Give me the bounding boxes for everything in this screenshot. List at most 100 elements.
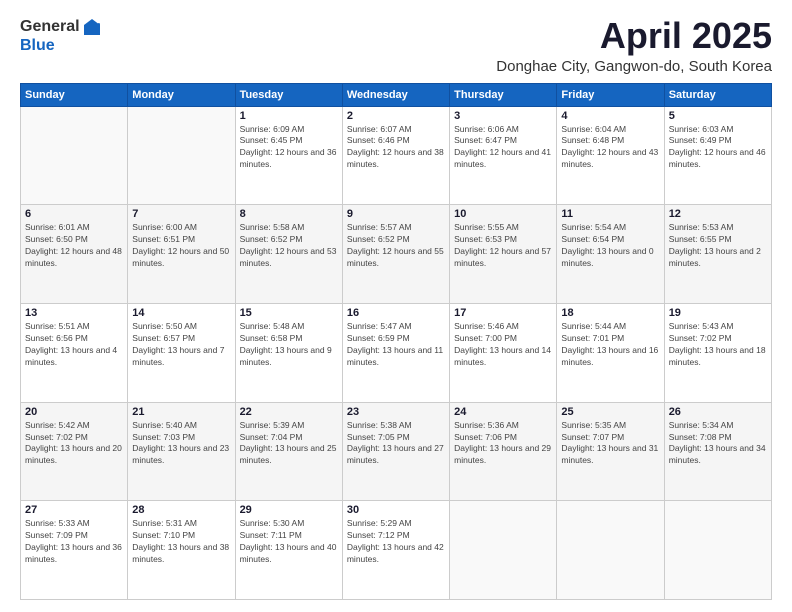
table-row: 24 Sunrise: 5:36 AMSunset: 7:06 PMDayligh… [450,402,557,501]
day-info: Sunrise: 5:36 AMSunset: 7:06 PMDaylight:… [454,420,552,468]
day-number: 26 [669,406,767,418]
table-row: 8Sunrise: 5:58 AMSunset: 6:52 PMDaylight… [235,205,342,304]
table-row: 17 Sunrise: 5:46 AMSunset: 7:00 PMDayligh… [450,303,557,402]
col-friday: Friday [557,83,664,106]
table-row: 25 Sunrise: 5:35 AMSunset: 7:07 PMDayligh… [557,402,664,501]
table-row: 22 Sunrise: 5:39 AMSunset: 7:04 PMDayligh… [235,402,342,501]
day-number: 1 [240,110,338,122]
day-info: Sunrise: 6:00 AMSunset: 6:51 PMDaylight:… [132,222,230,270]
main-title: April 2025 [496,16,772,56]
table-row: 29 Sunrise: 5:30 AMSunset: 7:11 PMDayligh… [235,501,342,600]
day-info: Sunrise: 5:54 AMSunset: 6:54 PMDaylight:… [561,222,659,270]
table-row: 6Sunrise: 6:01 AMSunset: 6:50 PMDaylight… [21,205,128,304]
day-number: 18 [561,307,659,319]
day-number: 28 [132,504,230,516]
table-row [450,501,557,600]
table-row [664,501,771,600]
day-number: 23 [347,406,445,418]
day-number: 24 [454,406,552,418]
logo-blue: Blue [20,37,55,54]
table-row [128,106,235,205]
table-row: 11 Sunrise: 5:54 AMSunset: 6:54 PMDayligh… [557,205,664,304]
table-row: 5Sunrise: 6:03 AMSunset: 6:49 PMDaylight… [664,106,771,205]
table-row: 19 Sunrise: 5:43 AMSunset: 7:02 PMDayligh… [664,303,771,402]
col-tuesday: Tuesday [235,83,342,106]
day-info: Sunrise: 5:42 AMSunset: 7:02 PMDaylight:… [25,420,123,468]
header: General Blue April 2025 Donghae City, Ga… [20,16,772,75]
table-row: 21Sunrise: 5:40 AMSunset: 7:03 PMDayligh… [128,402,235,501]
col-monday: Monday [128,83,235,106]
day-number: 22 [240,406,338,418]
table-row: 3 Sunrise: 6:06 AMSunset: 6:47 PMDaylight… [450,106,557,205]
day-number: 27 [25,504,123,516]
title-block: April 2025 Donghae City, Gangwon-do, Sou… [496,16,772,75]
day-number: 8 [240,208,338,220]
day-number: 13 [25,307,123,319]
day-info: Sunrise: 5:35 AMSunset: 7:07 PMDaylight:… [561,420,659,468]
day-info: Sunrise: 6:07 AMSunset: 6:46 PMDaylight:… [347,124,445,172]
day-info: Sunrise: 5:40 AMSunset: 7:03 PMDaylight:… [132,420,230,468]
day-number: 10 [454,208,552,220]
day-info: Sunrise: 5:34 AMSunset: 7:08 PMDaylight:… [669,420,767,468]
table-row: 16 Sunrise: 5:47 AMSunset: 6:59 PMDayligh… [342,303,449,402]
day-info: Sunrise: 5:39 AMSunset: 7:04 PMDaylight:… [240,420,338,468]
calendar-week-row: 6Sunrise: 6:01 AMSunset: 6:50 PMDaylight… [21,205,772,304]
table-row: 14 Sunrise: 5:50 AMSunset: 6:57 PMDayligh… [128,303,235,402]
table-row: 18 Sunrise: 5:44 AMSunset: 7:01 PMDayligh… [557,303,664,402]
day-info: Sunrise: 6:03 AMSunset: 6:49 PMDaylight:… [669,124,767,172]
day-number: 12 [669,208,767,220]
day-number: 15 [240,307,338,319]
table-row: 10 Sunrise: 5:55 AMSunset: 6:53 PMDayligh… [450,205,557,304]
day-info: Sunrise: 5:50 AMSunset: 6:57 PMDaylight:… [132,321,230,369]
day-info: Sunrise: 5:47 AMSunset: 6:59 PMDaylight:… [347,321,445,369]
day-number: 19 [669,307,767,319]
calendar-week-row: 1Sunrise: 6:09 AMSunset: 6:45 PMDaylight… [21,106,772,205]
table-row: 28 Sunrise: 5:31 AMSunset: 7:10 PMDayligh… [128,501,235,600]
day-info: Sunrise: 5:30 AMSunset: 7:11 PMDaylight:… [240,518,338,566]
table-row [557,501,664,600]
day-number: 17 [454,307,552,319]
table-row: 23 Sunrise: 5:38 AMSunset: 7:05 PMDayligh… [342,402,449,501]
table-row [21,106,128,205]
calendar-week-row: 27Sunrise: 5:33 AMSunset: 7:09 PMDayligh… [21,501,772,600]
day-number: 11 [561,208,659,220]
day-info: Sunrise: 5:57 AMSunset: 6:52 PMDaylight:… [347,222,445,270]
day-info: Sunrise: 5:44 AMSunset: 7:01 PMDaylight:… [561,321,659,369]
logo-general: General [20,18,80,36]
day-number: 3 [454,110,552,122]
day-info: Sunrise: 5:53 AMSunset: 6:55 PMDaylight:… [669,222,767,270]
day-number: 20 [25,406,123,418]
calendar-week-row: 20 Sunrise: 5:42 AMSunset: 7:02 PMDayligh… [21,402,772,501]
logo-icon [82,17,102,37]
day-number: 14 [132,307,230,319]
table-row: 30Sunrise: 5:29 AMSunset: 7:12 PMDayligh… [342,501,449,600]
day-info: Sunrise: 5:46 AMSunset: 7:00 PMDaylight:… [454,321,552,369]
day-info: Sunrise: 5:29 AMSunset: 7:12 PMDaylight:… [347,518,445,566]
table-row: 1Sunrise: 6:09 AMSunset: 6:45 PMDaylight… [235,106,342,205]
table-row: 26 Sunrise: 5:34 AMSunset: 7:08 PMDayligh… [664,402,771,501]
day-number: 7 [132,208,230,220]
table-row: 12 Sunrise: 5:53 AMSunset: 6:55 PMDayligh… [664,205,771,304]
col-wednesday: Wednesday [342,83,449,106]
day-info: Sunrise: 6:04 AMSunset: 6:48 PMDaylight:… [561,124,659,172]
day-info: Sunrise: 6:06 AMSunset: 6:47 PMDaylight:… [454,124,552,172]
day-info: Sunrise: 6:01 AMSunset: 6:50 PMDaylight:… [25,222,123,270]
table-row: 20 Sunrise: 5:42 AMSunset: 7:02 PMDayligh… [21,402,128,501]
day-number: 25 [561,406,659,418]
calendar-header-row: Sunday Monday Tuesday Wednesday Thursday… [21,83,772,106]
day-number: 9 [347,208,445,220]
day-info: Sunrise: 5:55 AMSunset: 6:53 PMDaylight:… [454,222,552,270]
day-info: Sunrise: 5:31 AMSunset: 7:10 PMDaylight:… [132,518,230,566]
day-number: 2 [347,110,445,122]
table-row: 27Sunrise: 5:33 AMSunset: 7:09 PMDayligh… [21,501,128,600]
day-number: 29 [240,504,338,516]
day-number: 16 [347,307,445,319]
day-info: Sunrise: 5:38 AMSunset: 7:05 PMDaylight:… [347,420,445,468]
table-row: 7 Sunrise: 6:00 AMSunset: 6:51 PMDaylight… [128,205,235,304]
day-info: Sunrise: 5:43 AMSunset: 7:02 PMDaylight:… [669,321,767,369]
subtitle: Donghae City, Gangwon-do, South Korea [496,58,772,75]
day-info: Sunrise: 5:51 AMSunset: 6:56 PMDaylight:… [25,321,123,369]
col-thursday: Thursday [450,83,557,106]
table-row: 15Sunrise: 5:48 AMSunset: 6:58 PMDayligh… [235,303,342,402]
logo: General Blue [20,16,102,55]
